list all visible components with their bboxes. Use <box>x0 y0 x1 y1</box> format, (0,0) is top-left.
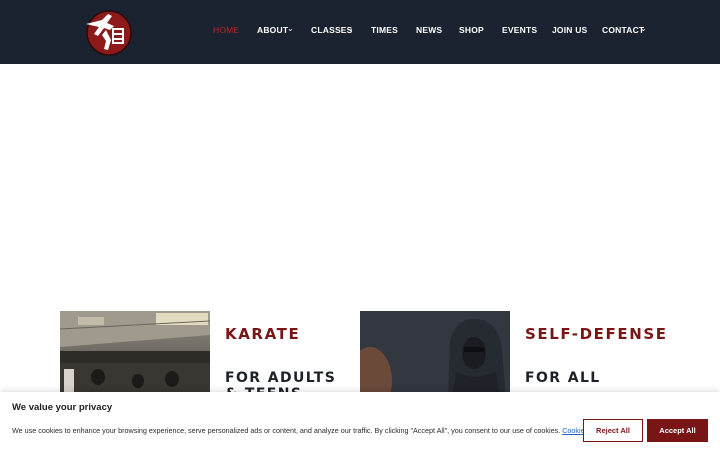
cookie-banner-title: We value your privacy <box>12 402 113 413</box>
nav-item-news[interactable]: NEWS <box>416 25 442 35</box>
hooded-figure-photo[interactable] <box>360 311 510 401</box>
site-header: HOME ABOUT ⌄ CLASSES ⌄ TIMES NEWS SHOP E… <box>0 0 720 64</box>
chevron-down-icon[interactable]: ⌄ <box>287 24 294 33</box>
nav-item-home[interactable]: HOME <box>213 25 239 35</box>
card-title-self-defense[interactable]: SELF-DEFENSE <box>525 325 668 343</box>
chevron-down-icon[interactable]: ⌄ <box>347 24 354 33</box>
nav-item-contact[interactable]: CONTACT <box>602 25 644 35</box>
nav-item-about[interactable]: ABOUT <box>257 25 288 35</box>
karate-class-photo[interactable] <box>60 311 210 401</box>
card-subtitle-self-defense: FOR ALL <box>525 370 601 386</box>
reject-all-button[interactable]: Reject All <box>583 419 643 442</box>
cookie-banner-text: We use cookies to enhance your browsing … <box>12 426 606 435</box>
cookie-banner-message: We use cookies to enhance your browsing … <box>12 426 561 435</box>
nav-item-times[interactable]: TIMES <box>371 25 398 35</box>
hero-area <box>0 64 720 304</box>
accept-all-button[interactable]: Accept All <box>647 419 708 442</box>
nav-item-events[interactable]: EVENTS <box>502 25 537 35</box>
nav-item-join-us[interactable]: JOIN US <box>552 25 587 35</box>
nav-item-shop[interactable]: SHOP <box>459 25 484 35</box>
main-navigation: HOME ABOUT ⌄ CLASSES ⌄ TIMES NEWS SHOP E… <box>0 0 720 64</box>
chevron-down-icon[interactable]: ⌄ <box>640 24 647 33</box>
card-title-karate[interactable]: KARATE <box>225 325 300 343</box>
